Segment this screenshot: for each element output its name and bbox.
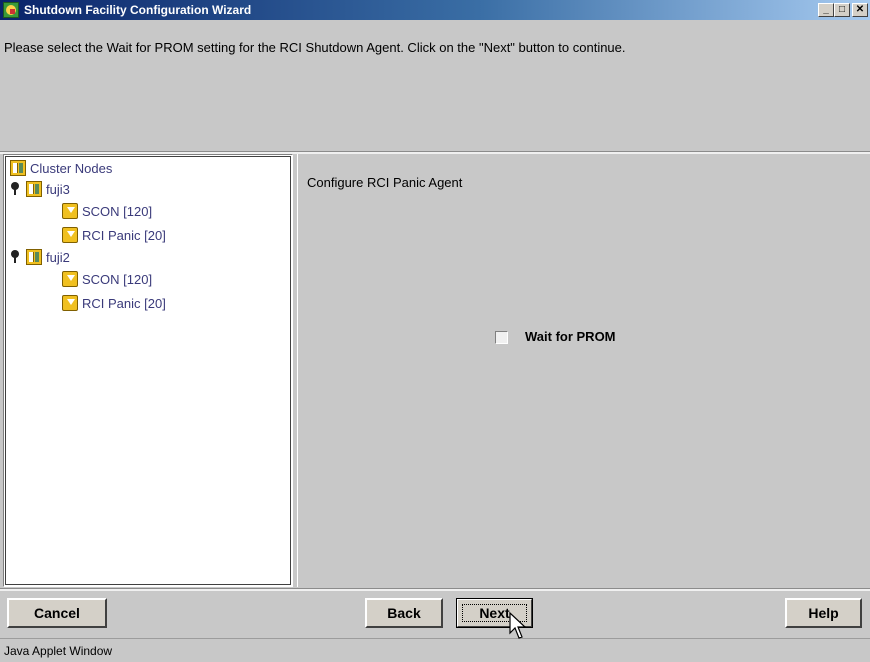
shutdown-agent-icon [62,295,78,311]
tree-agent-label: RCI Panic [20] [82,227,166,243]
instruction-text: Please select the Wait for PROM setting … [4,40,626,55]
maximize-button[interactable]: □ [834,3,850,17]
server-node-icon [26,249,42,265]
cancel-button[interactable]: Cancel [7,598,107,628]
shutdown-agent-icon [62,271,78,287]
minimize-button[interactable]: _ [818,3,834,17]
tree-node-fuji2[interactable]: fuji2 [10,248,70,266]
tree-agent-label: SCON [120] [82,203,153,219]
wait-for-prom-checkbox[interactable] [495,331,508,344]
cluster-tree[interactable]: Cluster Nodes fuji3 SCON [120] RCI Panic… [3,154,293,587]
tree-node-label: fuji3 [46,181,70,197]
mouse-pointer-icon [509,612,527,639]
shutdown-agent-icon [62,227,78,243]
tree-agent-scon[interactable]: SCON [120] [62,270,152,288]
next-button-label: Next [479,605,510,621]
divider [0,588,870,591]
pin-expand-icon[interactable] [10,250,20,264]
window-title: Shutdown Facility Configuration Wizard [24,3,252,17]
pin-expand-icon[interactable] [10,182,20,196]
tree-root-label: Cluster Nodes [30,160,113,176]
status-text: Java Applet Window [4,644,113,658]
wizard-window: Shutdown Facility Configuration Wizard _… [0,0,870,662]
back-button[interactable]: Back [365,598,443,628]
tree-node-label: fuji2 [46,249,70,265]
wait-for-prom-label[interactable]: Wait for PROM [525,329,616,344]
instruction-panel: Please select the Wait for PROM setting … [0,20,870,150]
tree-agent-rci-panic[interactable]: RCI Panic [20] [62,226,166,244]
server-node-icon [26,181,42,197]
status-bar: Java Applet Window [0,638,870,662]
tree-node-fuji3[interactable]: fuji3 [10,180,70,198]
config-title: Configure RCI Panic Agent [307,175,463,190]
tree-agent-scon[interactable]: SCON [120] [62,202,152,220]
app-icon[interactable] [3,2,19,18]
tree-agent-rci-panic[interactable]: RCI Panic [20] [62,294,166,312]
tree-agent-label: SCON [120] [82,271,153,287]
server-node-icon [10,160,26,176]
close-button[interactable]: ✕ [852,3,868,17]
shutdown-agent-icon [62,203,78,219]
config-panel: Configure RCI Panic Agent Wait for PROM [297,154,870,587]
tree-viewport: Cluster Nodes fuji3 SCON [120] RCI Panic… [5,156,291,585]
tree-agent-label: RCI Panic [20] [82,295,166,311]
tree-root[interactable]: Cluster Nodes [10,159,112,177]
help-button[interactable]: Help [785,598,862,628]
title-bar[interactable]: Shutdown Facility Configuration Wizard _… [0,0,870,20]
